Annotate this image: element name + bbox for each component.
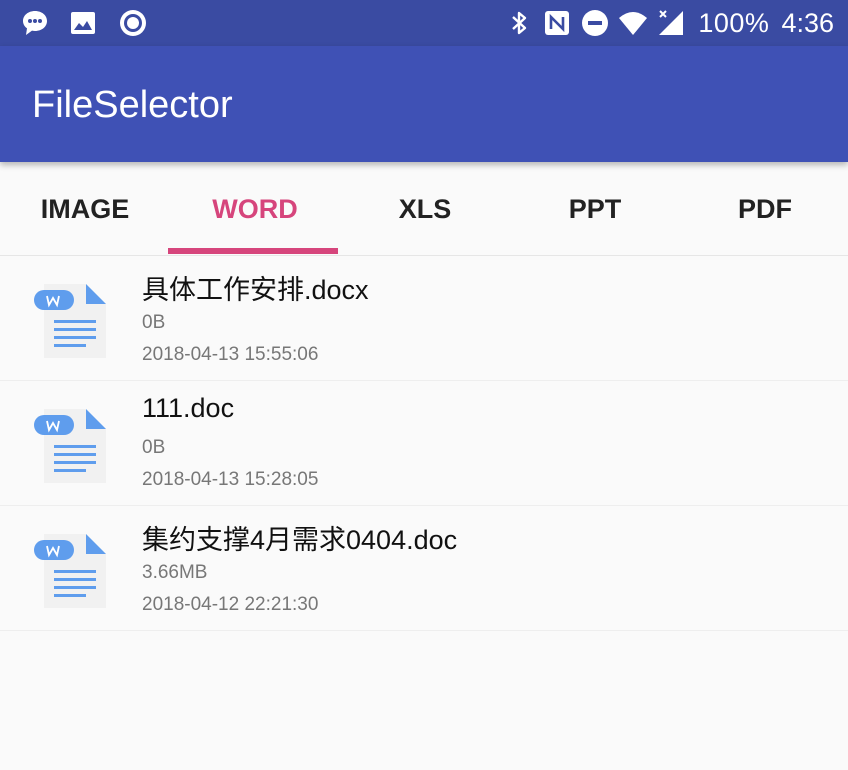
file-size: 0B	[142, 312, 166, 333]
image-icon	[71, 12, 95, 34]
file-name: 111.doc	[142, 393, 235, 423]
app-title: FileSelector	[32, 84, 233, 126]
message-icon	[23, 11, 47, 35]
do-not-disturb-icon	[582, 10, 609, 36]
file-size: 3.66MB	[142, 562, 208, 583]
bluetooth-icon	[512, 11, 527, 35]
record-icon	[120, 10, 146, 36]
tab-indicator	[168, 248, 338, 254]
tab-bar: IMAGE WORD XLS PPT PDF	[0, 162, 848, 256]
clock: 4:36	[781, 7, 834, 38]
tab-pdf[interactable]: PDF	[680, 162, 848, 256]
word-doc-icon	[34, 534, 106, 608]
list-item[interactable]: 具体工作安排.docx 0B 2018-04-13 15:55:06	[0, 256, 848, 381]
battery-percent: 100%	[698, 7, 770, 38]
nfc-icon	[545, 11, 570, 35]
word-doc-icon	[34, 284, 106, 358]
file-name: 集约支撑4月需求0404.doc	[142, 525, 458, 555]
tab-ppt[interactable]: PPT	[510, 162, 680, 256]
file-date: 2018-04-12 22:21:30	[142, 594, 319, 615]
list-item[interactable]: 集约支撑4月需求0404.doc 3.66MB 2018-04-12 22:21…	[0, 506, 848, 631]
file-date: 2018-04-13 15:28:05	[142, 469, 319, 490]
status-bar: 100% 4:36	[0, 0, 848, 46]
file-name: 具体工作安排.docx	[142, 275, 369, 305]
file-list: 具体工作安排.docx 0B 2018-04-13 15:55:06 111.d…	[0, 256, 848, 631]
word-doc-icon	[34, 409, 106, 483]
tab-word[interactable]: WORD	[170, 162, 340, 256]
wifi-icon	[619, 12, 648, 35]
file-size: 0B	[142, 437, 166, 458]
tab-image[interactable]: IMAGE	[0, 162, 170, 256]
signal-icon	[659, 10, 684, 35]
tab-xls[interactable]: XLS	[340, 162, 510, 256]
app-bar: FileSelector	[0, 46, 848, 162]
file-date: 2018-04-13 15:55:06	[142, 344, 319, 365]
list-item[interactable]: 111.doc 0B 2018-04-13 15:28:05	[0, 381, 848, 506]
